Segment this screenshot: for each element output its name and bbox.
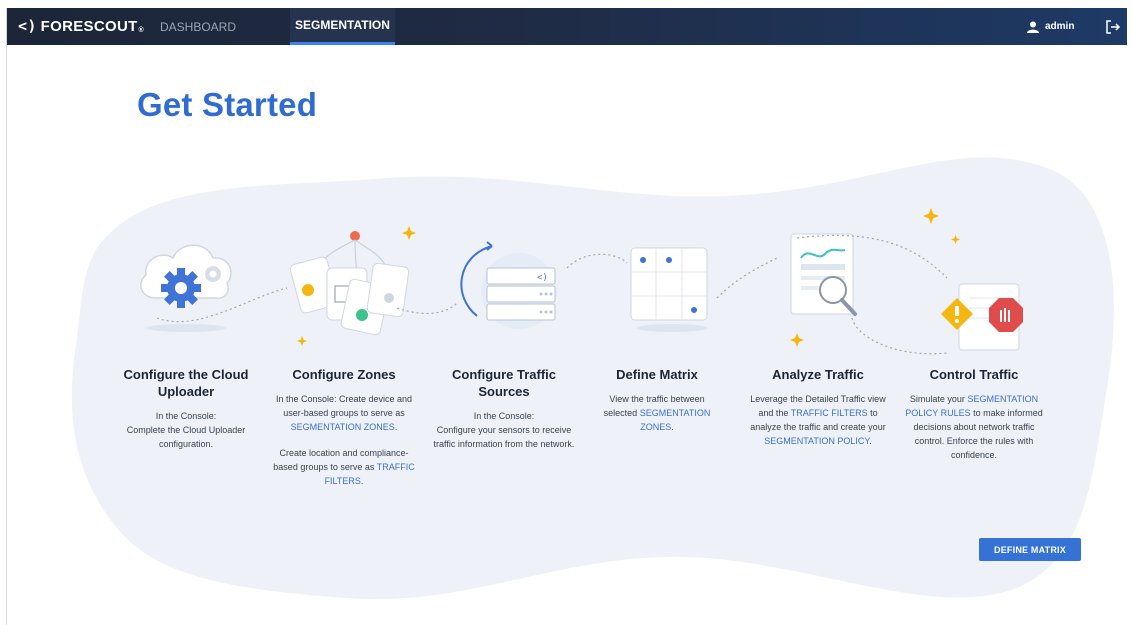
step-description: In the Console: Create device and user-b… (275, 394, 413, 432)
forescout-logo[interactable]: <) FORESCOUT ® (18, 17, 144, 35)
step-title: Define Matrix (616, 367, 698, 382)
step-title: Control Traffic (929, 367, 1019, 382)
sparkle-icon (297, 336, 307, 346)
logo-registered: ® (138, 26, 145, 34)
logo-text: FORESCOUT (40, 17, 138, 35)
logo-mark: <) (18, 17, 37, 35)
step-control-traffic: Control Traffic Simulate your SEGMENTATI… (901, 366, 1047, 462)
step-description: Leverage the Detailed Traffic view and t… (750, 394, 886, 446)
user-menu[interactable]: admin (1027, 8, 1074, 45)
tab-segmentation[interactable]: SEGMENTATION (290, 8, 395, 45)
step-title: Configure Zones (292, 367, 396, 382)
link-traffic-filters[interactable]: TRAFFIC FILTERS (791, 408, 868, 418)
link-segmentation-policy[interactable]: SEGMENTATION POLICY (764, 436, 869, 446)
user-icon (1027, 21, 1039, 33)
step-title: Configure Traffic Sources (451, 367, 556, 399)
sparkle-icon (402, 226, 416, 240)
sparkle-icon (790, 333, 804, 347)
link-segmentation-zones[interactable]: SEGMENTATION ZONES (640, 408, 711, 432)
app-window: <) FORESCOUT ® DASHBOARD SEGMENTATION ad… (6, 8, 1127, 625)
sparkle-icon (951, 235, 960, 244)
step-title: Analyze Traffic (772, 367, 864, 382)
step-description: Simulate your SEGMENTATION POLICY RULES … (905, 394, 1043, 460)
define-matrix-button[interactable]: DEFINE MATRIX (979, 538, 1081, 561)
logout-icon[interactable] (1104, 18, 1122, 36)
step-description: In the Console: Configure your sensors t… (433, 411, 575, 449)
top-navigation-bar: <) FORESCOUT ® DASHBOARD SEGMENTATION ad… (7, 8, 1127, 45)
step-description: In the Console: Complete the Cloud Uploa… (126, 411, 246, 449)
link-segmentation-zones[interactable]: SEGMENTATION ZONES (291, 422, 395, 432)
sparkle-icon (923, 208, 939, 224)
step-configure-zones: Configure Zones In the Console: Create d… (271, 366, 417, 488)
step-define-matrix: Define Matrix View the traffic between s… (595, 366, 719, 434)
tab-dashboard[interactable]: DASHBOARD (158, 8, 238, 45)
page-title: Get Started (137, 86, 318, 123)
connector-lines (157, 234, 948, 355)
step-title: Configure the Cloud Uploader (123, 367, 249, 399)
step-description-2: Create location and compliance-based gro… (273, 448, 415, 486)
step-analyze-traffic: Analyze Traffic Leverage the Detailed Tr… (743, 366, 893, 448)
step-configure-traffic-sources: Configure Traffic Sources In the Console… (429, 366, 579, 451)
step-configure-cloud-uploader: Configure the Cloud Uploader In the Cons… (111, 366, 261, 451)
step-description: View the traffic between selected SEGMEN… (603, 394, 711, 432)
user-name: admin (1045, 21, 1075, 32)
